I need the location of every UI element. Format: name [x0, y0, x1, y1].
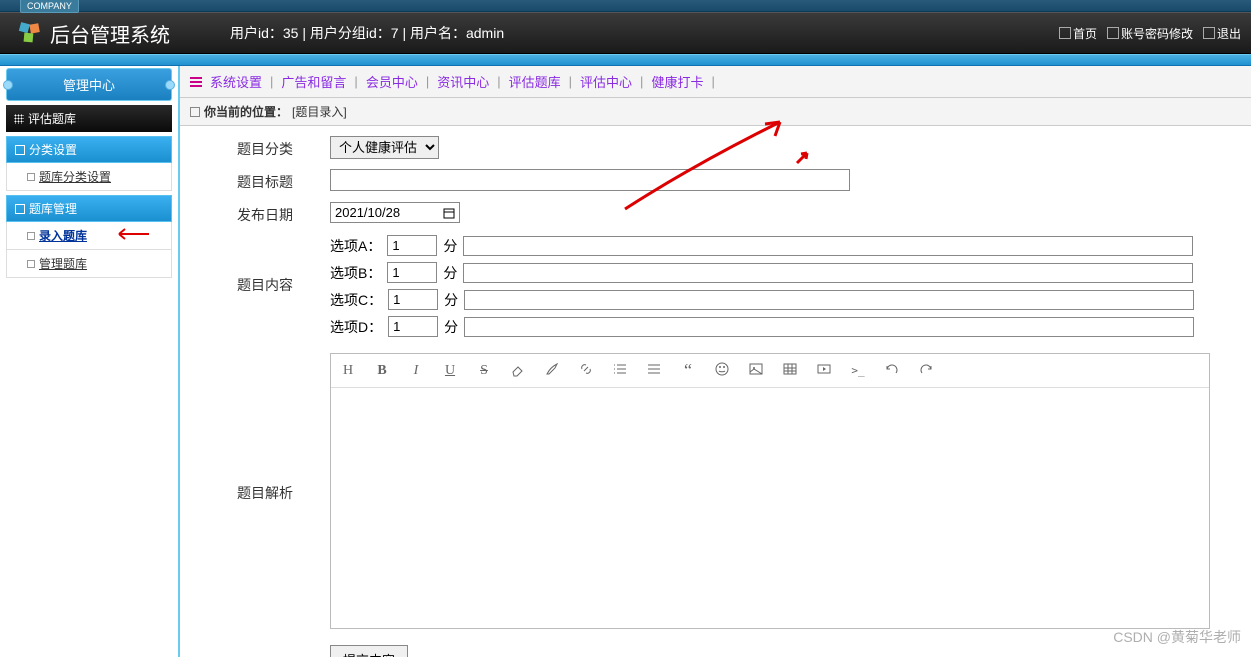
nav-eval[interactable]: 评估中心 [576, 72, 636, 91]
list-icon[interactable] [611, 361, 629, 380]
align-icon[interactable] [645, 361, 663, 380]
arrow-annotation-icon [795, 151, 809, 170]
score-unit: 分 [443, 236, 457, 256]
watermark: CSDN @黄菊华老师 [1113, 627, 1241, 647]
underline-icon[interactable]: U [441, 363, 459, 379]
sidebar: 管理中心 评估题库 分类设置 题库分类设置 题库管理 录入题库 管理 [0, 66, 180, 657]
option-row: 选项A： 分 [330, 235, 1231, 256]
score-unit: 分 [443, 263, 457, 283]
accent-bar [0, 54, 1251, 66]
menu-icon [190, 77, 202, 87]
score-input[interactable] [388, 289, 438, 310]
redo-icon[interactable] [917, 361, 935, 380]
nav-question-bank[interactable]: 评估题库 [505, 72, 565, 91]
label-category: 题目分类 [200, 136, 330, 159]
option-row: 选项D： 分 [330, 316, 1231, 337]
logout-icon [1203, 27, 1215, 39]
option-label: 选项D： [330, 317, 382, 337]
italic-icon[interactable]: I [407, 363, 425, 379]
option-text-input[interactable] [464, 317, 1194, 337]
nav-ads[interactable]: 广告和留言 [277, 72, 350, 91]
label-content: 题目内容 [200, 235, 330, 295]
nav-health[interactable]: 健康打卡 [647, 72, 707, 91]
image-icon[interactable] [747, 361, 765, 380]
home-link[interactable]: 首页 [1055, 23, 1101, 44]
score-input[interactable] [387, 235, 437, 256]
home-icon [1059, 27, 1071, 39]
option-label: 选项B： [330, 263, 381, 283]
sidebar-section[interactable]: 评估题库 [6, 105, 172, 132]
nav-info[interactable]: 资讯中心 [433, 72, 493, 91]
sidebar-item-category-setting[interactable]: 题库分类设置 [6, 163, 172, 191]
page-icon [27, 232, 35, 240]
logo-icon [18, 21, 42, 45]
option-text-input[interactable] [464, 290, 1194, 310]
user-info: 用户id：35 | 用户分组id：7 | 用户名：admin [230, 23, 504, 43]
link-icon[interactable] [577, 361, 595, 380]
option-row: 选项B： 分 [330, 262, 1231, 283]
label-date: 发布日期 [200, 202, 330, 225]
category-select[interactable]: 个人健康评估 [330, 136, 439, 159]
bold-icon[interactable]: B [373, 363, 391, 379]
company-tag: COMPANY [20, 0, 79, 13]
sidebar-header: 管理中心 [6, 68, 172, 101]
score-unit: 分 [444, 317, 458, 337]
submit-button[interactable]: 提交内容 [330, 645, 408, 657]
score-input[interactable] [388, 316, 438, 337]
sidebar-group-bank[interactable]: 题库管理 [6, 195, 172, 222]
video-icon[interactable] [815, 361, 833, 380]
dots-icon [14, 114, 24, 124]
rich-editor: H B I U S “ [330, 353, 1210, 629]
emoji-icon[interactable] [713, 361, 731, 380]
sidebar-group-category[interactable]: 分类设置 [6, 136, 172, 163]
content-area: 系统设置| 广告和留言| 会员中心| 资讯中心| 评估题库| 评估中心| 健康打… [180, 66, 1251, 657]
label-analysis: 题目解析 [200, 353, 330, 503]
page-icon [27, 260, 35, 268]
key-icon [1107, 27, 1119, 39]
top-nav: 系统设置| 广告和留言| 会员中心| 资讯中心| 评估题库| 评估中心| 健康打… [180, 66, 1251, 98]
editor-toolbar: H B I U S “ [331, 354, 1209, 388]
heading-icon[interactable]: H [339, 363, 357, 379]
sidebar-item-input-bank[interactable]: 录入题库 [6, 222, 172, 250]
password-link[interactable]: 账号密码修改 [1103, 23, 1197, 44]
strike-icon[interactable]: S [475, 363, 493, 379]
option-label: 选项A： [330, 236, 381, 256]
eraser-icon[interactable] [509, 361, 527, 380]
option-text-input[interactable] [463, 236, 1193, 256]
nav-system[interactable]: 系统设置 [206, 72, 266, 91]
option-label: 选项C： [330, 290, 382, 310]
nav-member[interactable]: 会员中心 [362, 72, 422, 91]
arrow-annotation-icon [615, 114, 815, 219]
date-input[interactable] [330, 202, 460, 223]
sidebar-item-manage-bank[interactable]: 管理题库 [6, 250, 172, 278]
quote-icon[interactable]: “ [679, 360, 697, 381]
square-icon [15, 204, 25, 214]
score-unit: 分 [444, 290, 458, 310]
logout-link[interactable]: 退出 [1199, 23, 1245, 44]
undo-icon[interactable] [883, 361, 901, 380]
option-row: 选项C： 分 [330, 289, 1231, 310]
square-icon [15, 145, 25, 155]
score-input[interactable] [387, 262, 437, 283]
option-text-input[interactable] [463, 263, 1193, 283]
page-icon [27, 173, 35, 181]
code-icon[interactable]: >_ [849, 364, 867, 377]
arrow-annotation-icon [111, 227, 151, 244]
label-title: 题目标题 [200, 169, 330, 192]
doc-icon [190, 107, 200, 117]
editor-body[interactable] [331, 388, 1209, 628]
header: 后台管理系统 用户id：35 | 用户分组id：7 | 用户名：admin 首页… [0, 12, 1251, 54]
app-title: 后台管理系统 [50, 19, 170, 48]
brush-icon[interactable] [543, 361, 561, 380]
table-icon[interactable] [781, 361, 799, 380]
